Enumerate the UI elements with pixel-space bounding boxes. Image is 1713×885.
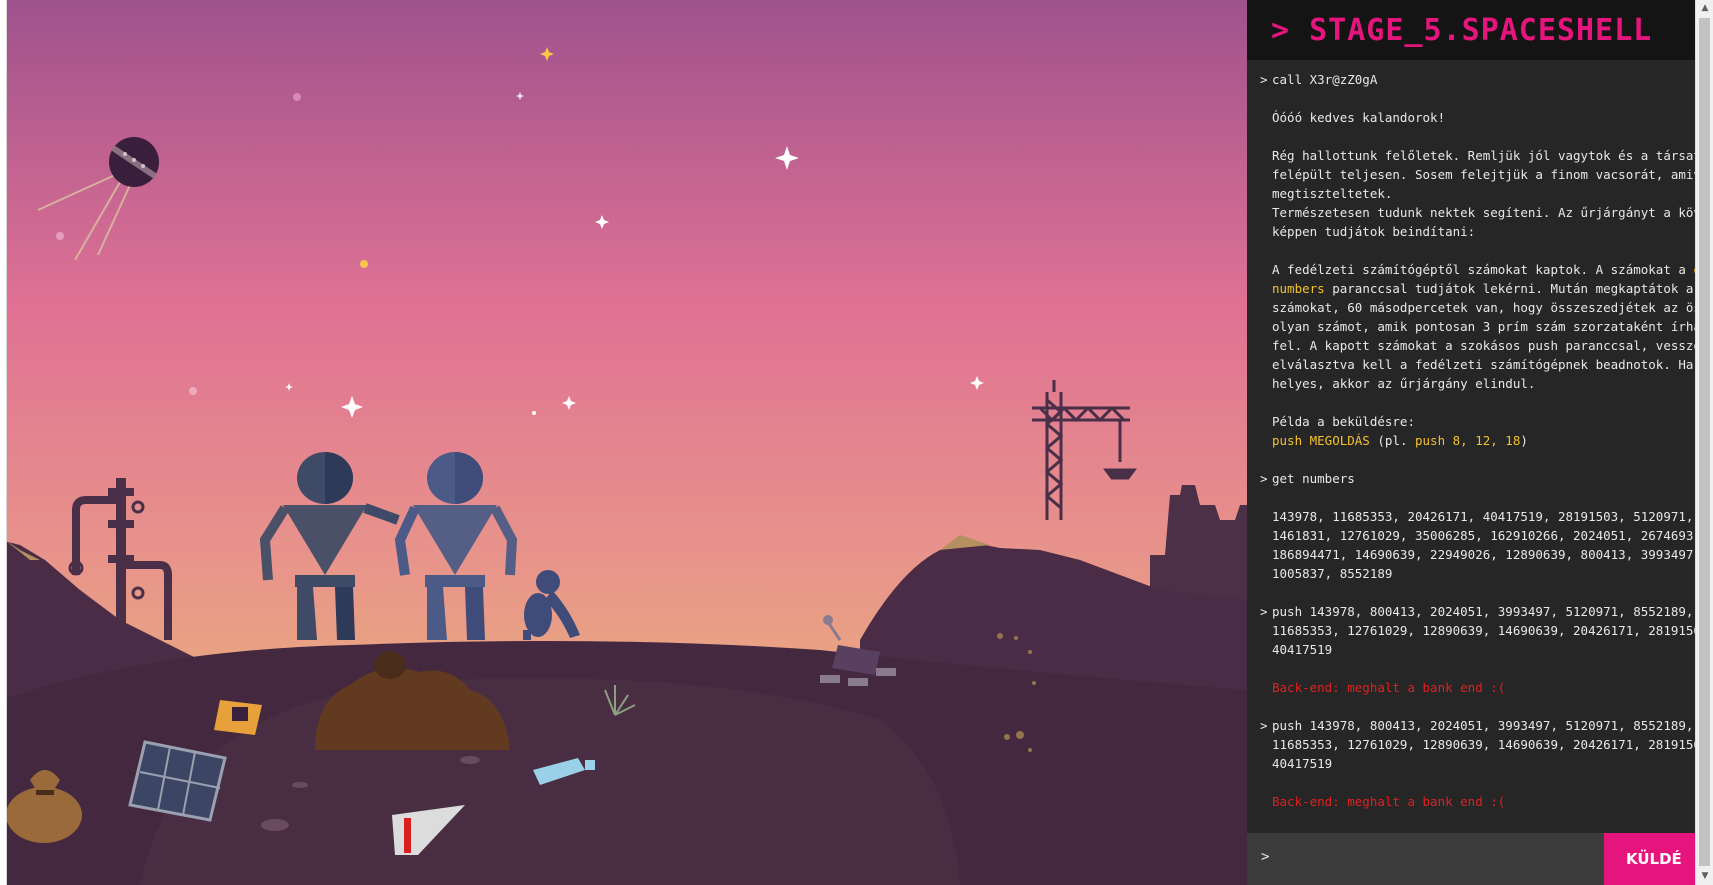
command-line: 40417519 [1272,756,1333,771]
message-line: olyan számot, amik pontosan 3 prím szám … [1272,319,1695,334]
terminal-output[interactable]: > call X3r@zZ0gA Óóóó kedves kalandorok! … [1247,60,1695,833]
message-line: felépült teljesen. Sosem felejtjük a fin… [1272,167,1695,182]
window-edge [0,0,7,885]
game-scene [0,0,1247,885]
command-line: > call X3r@zZ0gA [1260,72,1378,87]
numbers-line: 1005837, 8552189 [1272,566,1393,581]
message-line: helyes, akkor az űrjárgány elindul. [1272,376,1536,391]
prompt-symbol: > [1260,471,1268,486]
highlight-command: push MEGOLDÁS [1272,433,1370,448]
scroll-down-icon[interactable]: ▼ [1696,868,1713,885]
numbers-line: 143978, 11685353, 20426171, 40417519, 28… [1272,509,1694,524]
scroll-up-icon[interactable]: ▲ [1696,0,1713,17]
prompt-symbol: > [1260,718,1268,733]
solar-panel-icon [128,740,227,822]
scrollbar-thumb[interactable] [1699,18,1710,866]
command-input-row: > KÜLDÉ [1247,833,1695,885]
terminal-header: > STAGE_5.SPACESHELL [1247,0,1695,60]
message-line: A fedélzeti számítógéptől számokat kapto… [1247,260,1695,279]
numbers-line: 186894471, 14690639, 22949026, 12890639,… [1272,547,1695,562]
command-line: 40417519 [1272,642,1333,657]
error-line: Back-end: meghalt a bank end :( [1272,680,1506,695]
command-input[interactable] [1277,843,1541,875]
device-icon [214,700,262,735]
send-button[interactable]: KÜLDÉ [1604,833,1695,885]
error-line: Back-end: meghalt a bank end :( [1272,794,1506,809]
prompt-symbol: > [1260,604,1268,619]
message-line: numbers paranccsal tudjátok lekérni. Mut… [1272,281,1694,296]
command-line: > get numbers [1260,471,1355,486]
terminal-title: > STAGE_5.SPACESHELL [1271,12,1653,48]
numbers-line: 1461831, 12761029, 35006285, 162910266, … [1272,528,1695,543]
message-line: Természetesen tudunk nektek segíteni. Az… [1272,205,1695,220]
message-line: Rég hallottunk felőletek. Remljük jól va… [1272,148,1695,163]
input-prompt-symbol: > [1261,849,1270,865]
message-line: fel. A kapott számokat a szokásos push p… [1272,338,1695,353]
highlight-command: push 8, 12, 18 [1415,433,1521,448]
message-line: számokat, 60 másodpercetek van, hogy öss… [1272,300,1695,315]
prompt-symbol: > [1260,72,1268,87]
page-scrollbar[interactable]: ▲ ▼ [1695,0,1713,885]
highlight-command: numbers [1272,281,1325,296]
command-line: > push 143978, 800413, 2024051, 3993497, … [1260,604,1694,619]
message-line: megtiszteltetek. [1272,186,1393,201]
command-line: > push 143978, 800413, 2024051, 3993497, … [1260,718,1694,733]
message-line: Óóóó kedves kalandorok! [1272,110,1446,125]
message-line: képpen tudjátok beindítani: [1272,224,1476,239]
message-line: Példa a beküldésre: [1272,414,1415,429]
message-line: push MEGOLDÁS (pl. push 8, 12, 18) [1272,433,1528,448]
command-line: 11685353, 12761029, 12890639, 14690639, … [1272,737,1695,752]
command-line: 11685353, 12761029, 12890639, 14690639, … [1272,623,1695,638]
message-line: elválasztva kell a fedélzeti számítógépn… [1272,357,1695,372]
terminal-panel: > STAGE_5.SPACESHELL > call X3r@zZ0gA Óóó… [1247,0,1695,885]
